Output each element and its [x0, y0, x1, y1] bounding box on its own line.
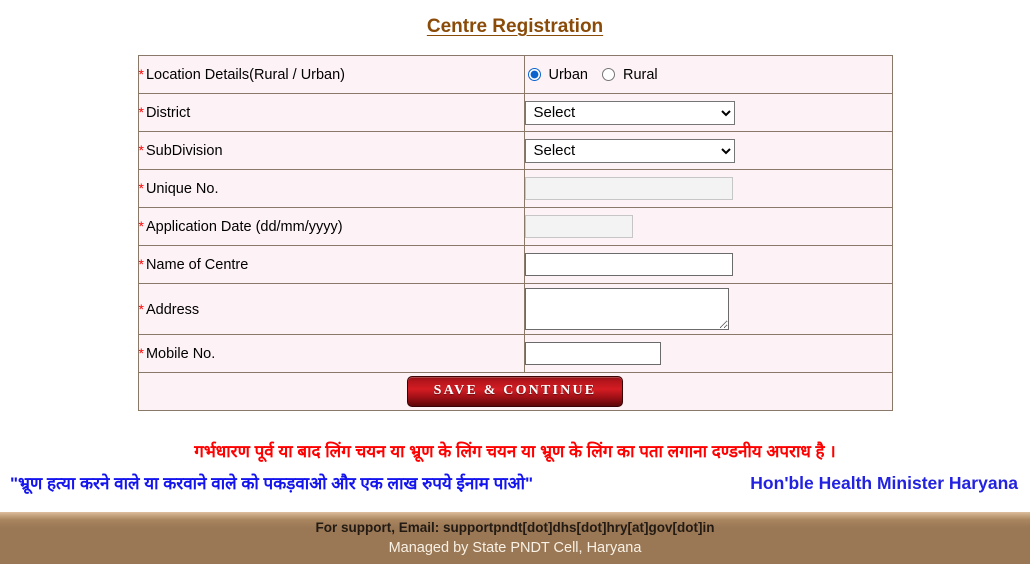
label-text: Location Details(Rural / Urban): [145, 67, 346, 83]
table-row-submit: SAVE & CONTINUE: [137, 372, 893, 411]
notice-reward-hindi: "भ्रूण हत्या करने वाले या करवाने वाले को…: [10, 474, 534, 494]
table-row: * Name of Centre: [137, 245, 893, 284]
field-address: [523, 283, 893, 335]
label-unique-no: * Unique No.: [137, 169, 525, 208]
table-row: * Application Date (dd/mm/yyyy): [137, 207, 893, 246]
name-of-centre-input[interactable]: [524, 253, 733, 276]
legal-notice-block: गर्भधारण पूर्व या बाद लिंग चयन या भ्रूण …: [0, 441, 1030, 494]
table-row: * District Select: [137, 93, 893, 132]
required-asterisk: *: [138, 300, 144, 317]
required-asterisk: *: [138, 345, 144, 361]
field-subdivision: Select: [523, 131, 893, 170]
label-text: District: [145, 105, 191, 121]
field-name-of-centre: [523, 245, 893, 284]
label-text: Address: [145, 301, 200, 318]
required-asterisk: *: [138, 142, 144, 158]
subdivision-select[interactable]: Select: [524, 138, 735, 163]
label-subdivision: * SubDivision: [137, 131, 525, 170]
address-textarea[interactable]: [524, 288, 729, 330]
centre-registration-form: * Location Details(Rural / Urban) Urban R…: [137, 55, 893, 411]
table-row: * Address: [137, 283, 893, 335]
label-name-of-centre: * Name of Centre: [137, 245, 525, 284]
radio-urban[interactable]: [527, 68, 541, 81]
label-application-date: * Application Date (dd/mm/yyyy): [137, 207, 525, 246]
label-location-details: * Location Details(Rural / Urban): [137, 55, 525, 94]
label-text: Unique No.: [145, 181, 219, 197]
field-unique-no: [523, 169, 893, 208]
radio-rural[interactable]: [602, 68, 615, 81]
notice-second-row: "भ्रूण हत्या करने वाले या करवाने वाले को…: [0, 471, 1030, 494]
label-text: SubDivision: [145, 143, 223, 159]
unique-no-input: [524, 177, 733, 200]
footer-support-text: For support, Email: supportpndt[dot]dhs[…: [315, 520, 715, 535]
label-text: Name of Centre: [145, 257, 249, 273]
footer-managed-text: Managed by State PNDT Cell, Haryana: [388, 539, 642, 556]
label-address: * Address: [137, 283, 525, 335]
location-radio-group: Urban Rural: [525, 67, 892, 83]
required-asterisk: *: [138, 180, 144, 196]
mobile-no-input[interactable]: [524, 342, 661, 365]
registration-form-container: * Location Details(Rural / Urban) Urban R…: [0, 55, 1030, 411]
table-row: * SubDivision Select: [137, 131, 893, 170]
table-row: * Location Details(Rural / Urban) Urban R…: [137, 55, 893, 94]
submit-row-cell: SAVE & CONTINUE: [137, 372, 893, 411]
field-location-details: Urban Rural: [523, 55, 893, 94]
minister-attribution: Hon'ble Health Minister Haryana: [750, 473, 1018, 494]
application-date-input: [524, 215, 633, 238]
district-select[interactable]: Select: [524, 100, 735, 125]
label-district: * District: [137, 93, 525, 132]
field-application-date: [523, 207, 893, 246]
table-row: * Mobile No.: [137, 334, 893, 373]
notice-warning-hindi: गर्भधारण पूर्व या बाद लिंग चयन या भ्रूण …: [194, 442, 836, 461]
label-text: Application Date (dd/mm/yyyy): [145, 219, 343, 235]
label-text: Mobile No.: [145, 346, 216, 362]
radio-urban-label[interactable]: Urban: [549, 67, 589, 83]
field-mobile-no: [523, 334, 893, 373]
required-asterisk: *: [138, 66, 144, 82]
radio-rural-label[interactable]: Rural: [623, 67, 658, 83]
required-asterisk: *: [138, 256, 144, 272]
page-title: Centre Registration: [426, 16, 604, 37]
label-mobile-no: * Mobile No.: [137, 334, 525, 373]
page-footer: For support, Email: supportpndt[dot]dhs[…: [0, 512, 1030, 564]
table-row: * Unique No.: [137, 169, 893, 208]
required-asterisk: *: [138, 218, 144, 234]
required-asterisk: *: [138, 104, 144, 120]
save-and-continue-button[interactable]: SAVE & CONTINUE: [406, 376, 624, 407]
field-district: Select: [523, 93, 893, 132]
